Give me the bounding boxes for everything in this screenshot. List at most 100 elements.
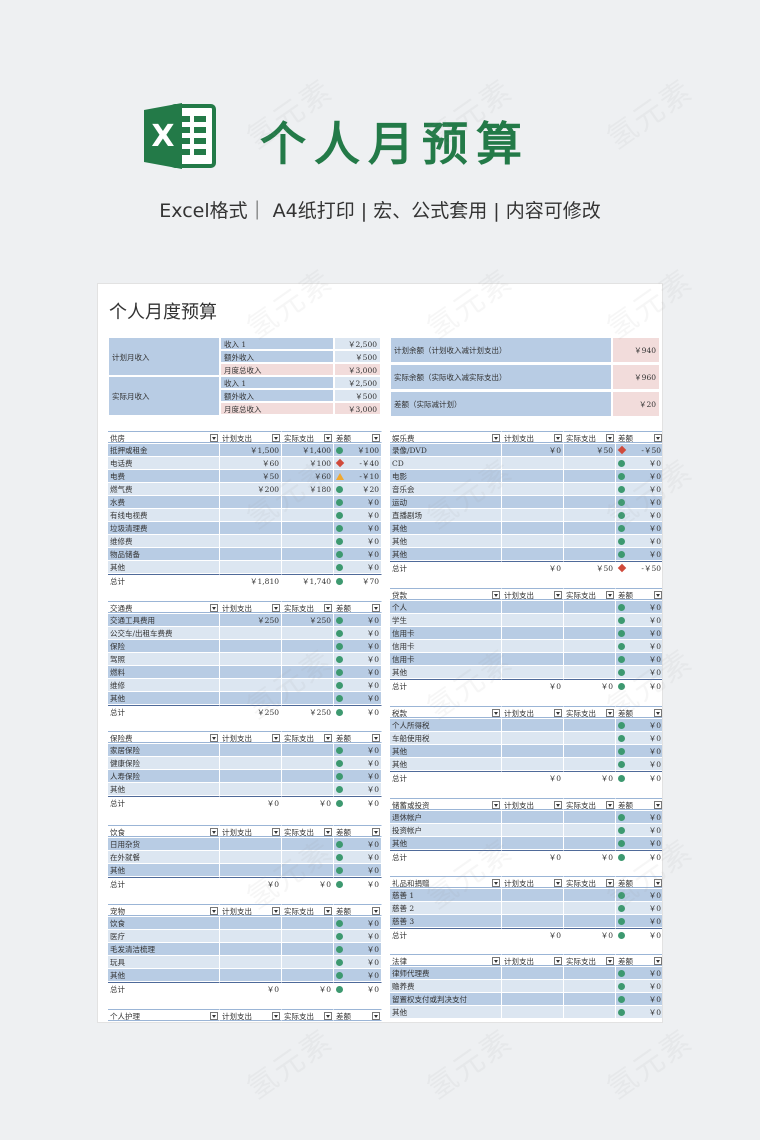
filter-dropdown-icon[interactable] (372, 734, 380, 742)
actual-cell[interactable] (282, 956, 334, 968)
actual-cell[interactable] (564, 601, 616, 613)
filter-dropdown-icon[interactable] (372, 1012, 380, 1020)
planned-cell[interactable] (220, 522, 282, 534)
planned-cell[interactable] (220, 851, 282, 863)
actual-cell[interactable] (564, 889, 616, 901)
planned-cell[interactable] (502, 758, 564, 770)
planned-cell[interactable] (220, 666, 282, 678)
actual-cell[interactable]: ￥50 (564, 444, 616, 456)
planned-cell[interactable] (220, 548, 282, 560)
filter-dropdown-icon[interactable] (492, 709, 500, 717)
actual-cell[interactable] (564, 457, 616, 469)
actual-cell[interactable] (282, 640, 334, 652)
actual-cell[interactable] (564, 980, 616, 992)
filter-dropdown-icon[interactable] (210, 604, 218, 612)
filter-dropdown-icon[interactable] (554, 957, 562, 965)
income-row-value[interactable]: ￥2,500 (334, 376, 381, 389)
actual-cell[interactable] (564, 653, 616, 665)
filter-dropdown-icon[interactable] (324, 734, 332, 742)
filter-dropdown-icon[interactable] (492, 801, 500, 809)
planned-cell[interactable] (502, 993, 564, 1005)
actual-cell[interactable] (282, 548, 334, 560)
actual-cell[interactable] (282, 509, 334, 521)
filter-dropdown-icon[interactable] (606, 957, 614, 965)
actual-cell[interactable] (564, 967, 616, 979)
planned-cell[interactable] (502, 653, 564, 665)
filter-dropdown-icon[interactable] (324, 434, 332, 442)
filter-dropdown-icon[interactable] (272, 907, 280, 915)
planned-cell[interactable] (502, 496, 564, 508)
actual-cell[interactable]: ￥1,400 (282, 444, 334, 456)
filter-dropdown-icon[interactable] (606, 591, 614, 599)
planned-cell[interactable]: ￥250 (220, 614, 282, 626)
planned-cell[interactable]: ￥60 (220, 457, 282, 469)
filter-dropdown-icon[interactable] (324, 1012, 332, 1020)
actual-cell[interactable] (282, 969, 334, 981)
actual-cell[interactable] (282, 930, 334, 942)
filter-dropdown-icon[interactable] (606, 879, 614, 887)
actual-cell[interactable] (564, 483, 616, 495)
actual-cell[interactable] (564, 902, 616, 914)
planned-cell[interactable] (502, 535, 564, 547)
planned-cell[interactable]: ￥1,500 (220, 444, 282, 456)
actual-cell[interactable]: ￥180 (282, 483, 334, 495)
planned-cell[interactable] (220, 640, 282, 652)
planned-cell[interactable] (502, 522, 564, 534)
actual-cell[interactable] (564, 824, 616, 836)
filter-dropdown-icon[interactable] (654, 709, 662, 717)
planned-cell[interactable]: ￥50 (220, 470, 282, 482)
filter-dropdown-icon[interactable] (492, 591, 500, 599)
actual-cell[interactable] (564, 719, 616, 731)
filter-dropdown-icon[interactable] (324, 828, 332, 836)
filter-dropdown-icon[interactable] (654, 434, 662, 442)
actual-cell[interactable] (282, 496, 334, 508)
planned-cell[interactable] (220, 692, 282, 704)
planned-cell[interactable]: ￥0 (502, 444, 564, 456)
planned-cell[interactable]: ￥200 (220, 483, 282, 495)
actual-cell[interactable] (282, 838, 334, 850)
actual-cell[interactable] (282, 522, 334, 534)
planned-cell[interactable] (220, 917, 282, 929)
planned-cell[interactable] (502, 745, 564, 757)
income-row-value[interactable]: ￥500 (334, 350, 381, 363)
actual-cell[interactable] (282, 943, 334, 955)
actual-cell[interactable] (564, 535, 616, 547)
actual-cell[interactable] (564, 732, 616, 744)
planned-cell[interactable] (502, 1006, 564, 1018)
actual-cell[interactable] (564, 915, 616, 927)
planned-cell[interactable] (220, 838, 282, 850)
planned-cell[interactable] (502, 509, 564, 521)
actual-cell[interactable] (564, 811, 616, 823)
planned-cell[interactable] (502, 627, 564, 639)
planned-cell[interactable] (502, 902, 564, 914)
filter-dropdown-icon[interactable] (606, 709, 614, 717)
planned-cell[interactable] (220, 956, 282, 968)
planned-cell[interactable] (220, 744, 282, 756)
filter-dropdown-icon[interactable] (272, 434, 280, 442)
actual-cell[interactable] (282, 535, 334, 547)
filter-dropdown-icon[interactable] (272, 734, 280, 742)
actual-cell[interactable] (282, 692, 334, 704)
planned-cell[interactable] (220, 969, 282, 981)
actual-cell[interactable] (282, 679, 334, 691)
planned-cell[interactable] (502, 666, 564, 678)
filter-dropdown-icon[interactable] (272, 1012, 280, 1020)
planned-cell[interactable] (502, 915, 564, 927)
planned-cell[interactable] (220, 509, 282, 521)
filter-dropdown-icon[interactable] (554, 709, 562, 717)
planned-cell[interactable] (220, 770, 282, 782)
filter-dropdown-icon[interactable] (654, 591, 662, 599)
planned-cell[interactable] (502, 980, 564, 992)
actual-cell[interactable] (282, 917, 334, 929)
planned-cell[interactable] (502, 732, 564, 744)
actual-cell[interactable] (564, 470, 616, 482)
planned-cell[interactable] (220, 679, 282, 691)
actual-cell[interactable]: ￥60 (282, 470, 334, 482)
actual-cell[interactable] (282, 666, 334, 678)
filter-dropdown-icon[interactable] (654, 801, 662, 809)
planned-cell[interactable] (220, 561, 282, 573)
actual-cell[interactable] (282, 757, 334, 769)
actual-cell[interactable] (564, 758, 616, 770)
filter-dropdown-icon[interactable] (210, 1012, 218, 1020)
planned-cell[interactable] (502, 837, 564, 849)
